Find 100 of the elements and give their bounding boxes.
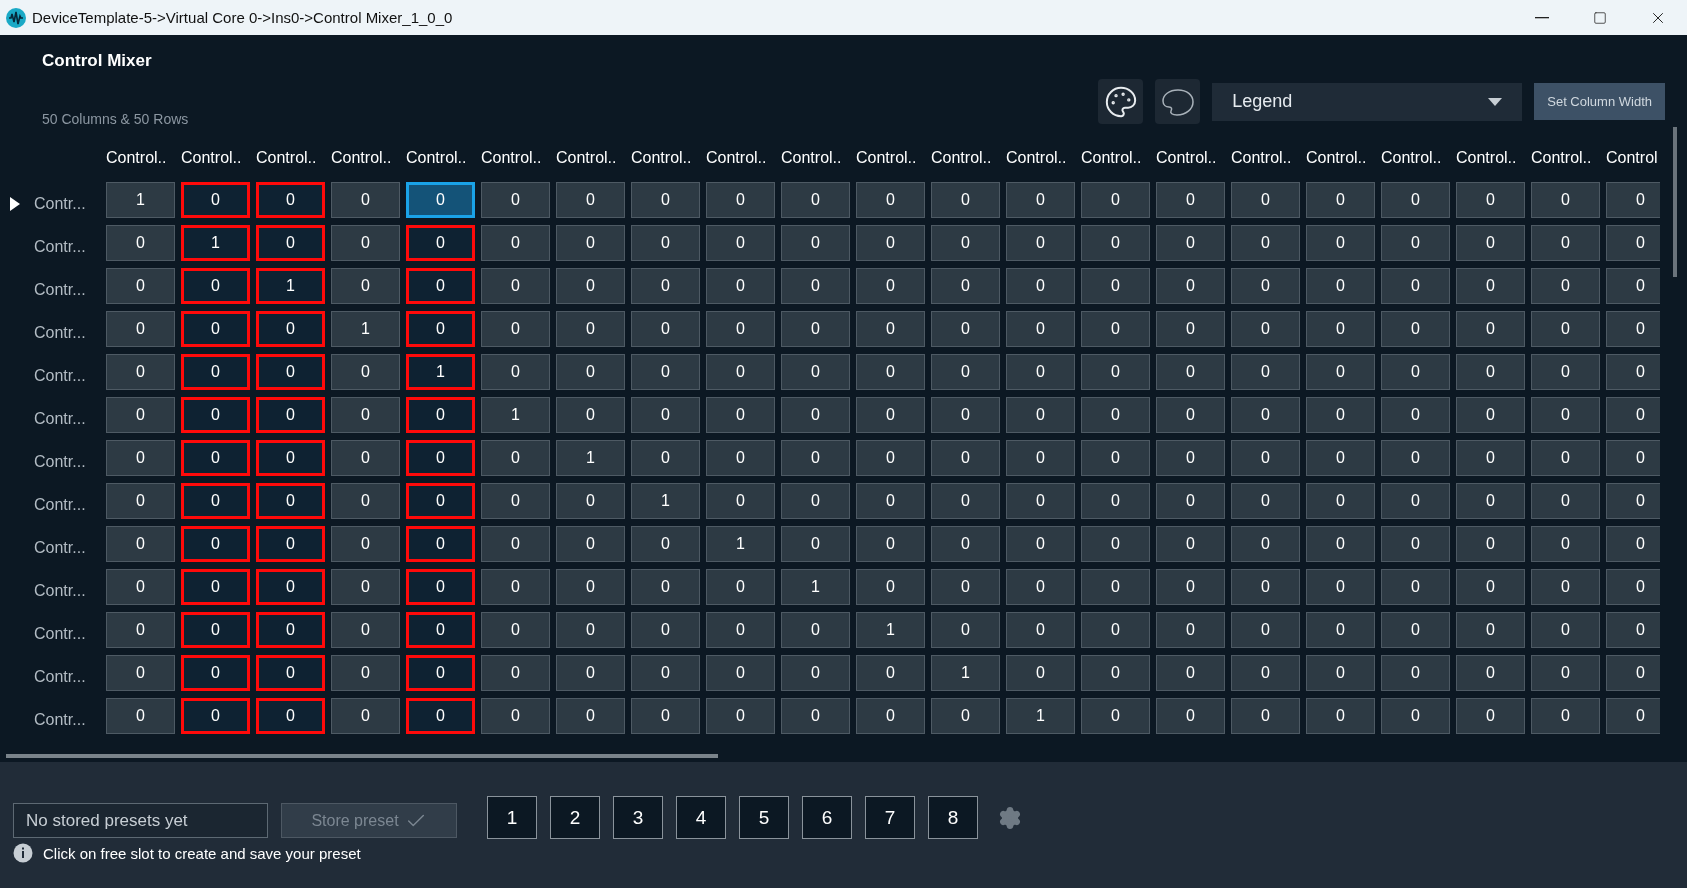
table-cell[interactable]: 0 [1606,483,1660,519]
table-cell[interactable]: 0 [931,182,1000,218]
table-cell[interactable]: 0 [781,268,850,304]
table-cell[interactable]: 0 [1081,612,1150,648]
table-cell[interactable]: 0 [1081,698,1150,734]
table-cell[interactable]: 0 [256,483,325,519]
table-cell[interactable]: 0 [1231,311,1300,347]
table-cell[interactable]: 0 [856,268,925,304]
table-cell[interactable]: 0 [781,483,850,519]
table-cell[interactable]: 0 [106,354,175,390]
table-cell[interactable]: 1 [256,268,325,304]
table-cell[interactable]: 1 [781,569,850,605]
table-cell[interactable]: 0 [1006,397,1075,433]
table-cell[interactable]: 0 [1231,483,1300,519]
table-cell[interactable]: 0 [181,268,250,304]
column-header[interactable]: Control.. [106,148,167,173]
table-cell[interactable]: 0 [181,182,250,218]
table-cell[interactable]: 0 [1531,655,1600,691]
palette-button[interactable] [1098,79,1144,124]
table-cell[interactable]: 0 [706,483,775,519]
table-cell[interactable]: 0 [931,526,1000,562]
table-cell[interactable]: 0 [1531,225,1600,261]
table-cell[interactable]: 0 [781,440,850,476]
table-cell[interactable]: 0 [1606,440,1660,476]
table-cell[interactable]: 0 [631,612,700,648]
table-cell[interactable]: 1 [181,225,250,261]
table-cell[interactable]: 0 [181,612,250,648]
table-cell[interactable]: 0 [1456,483,1525,519]
table-cell[interactable]: 0 [781,655,850,691]
table-cell[interactable]: 0 [556,268,625,304]
table-cell[interactable]: 0 [181,526,250,562]
table-cell[interactable]: 0 [1231,526,1300,562]
table-cell[interactable]: 0 [1531,397,1600,433]
table-cell[interactable]: 0 [1606,526,1660,562]
row-header[interactable]: Contr... [34,581,86,600]
table-cell[interactable]: 0 [331,182,400,218]
table-cell[interactable]: 0 [1306,354,1375,390]
table-cell[interactable]: 0 [1306,440,1375,476]
table-cell[interactable]: 0 [781,225,850,261]
table-cell[interactable]: 0 [781,612,850,648]
table-cell[interactable]: 0 [106,483,175,519]
table-cell[interactable]: 0 [1381,311,1450,347]
table-cell[interactable]: 0 [1006,655,1075,691]
table-cell[interactable]: 0 [331,354,400,390]
row-header[interactable]: Contr... [34,237,86,256]
table-cell[interactable]: 0 [631,569,700,605]
table-cell[interactable]: 0 [931,440,1000,476]
row-header[interactable]: Contr... [34,624,86,643]
table-cell[interactable]: 0 [106,569,175,605]
table-cell[interactable]: 0 [1306,225,1375,261]
row-header[interactable]: Contr... [34,194,86,213]
table-cell[interactable]: 0 [406,483,475,519]
table-cell[interactable]: 0 [331,440,400,476]
table-cell[interactable]: 0 [1081,354,1150,390]
table-cell[interactable]: 0 [1231,569,1300,605]
table-cell[interactable]: 0 [256,311,325,347]
column-header[interactable]: Control.. [256,148,317,173]
table-cell[interactable]: 0 [256,698,325,734]
table-cell[interactable]: 0 [1156,440,1225,476]
table-cell[interactable]: 0 [856,354,925,390]
table-cell[interactable]: 0 [1306,612,1375,648]
table-cell[interactable]: 0 [1381,182,1450,218]
table-cell[interactable]: 0 [1456,698,1525,734]
table-cell[interactable]: 0 [1381,655,1450,691]
table-cell[interactable]: 0 [1306,397,1375,433]
table-cell[interactable]: 0 [1381,698,1450,734]
table-cell[interactable]: 0 [1156,612,1225,648]
table-cell[interactable]: 0 [1231,268,1300,304]
table-cell[interactable]: 0 [556,655,625,691]
table-cell[interactable]: 0 [1606,311,1660,347]
table-cell[interactable]: 0 [256,440,325,476]
table-cell[interactable]: 0 [781,354,850,390]
table-cell[interactable]: 0 [556,182,625,218]
table-cell[interactable]: 0 [856,698,925,734]
table-cell[interactable]: 0 [1606,655,1660,691]
table-cell[interactable]: 0 [1531,354,1600,390]
table-cell[interactable]: 0 [181,483,250,519]
table-cell[interactable]: 0 [481,612,550,648]
table-cell[interactable]: 0 [1456,397,1525,433]
table-cell[interactable]: 0 [481,526,550,562]
table-cell[interactable]: 0 [631,698,700,734]
table-cell[interactable]: 0 [706,397,775,433]
table-cell[interactable]: 0 [931,612,1000,648]
row-header[interactable]: Contr... [34,409,86,428]
table-cell[interactable]: 0 [1156,698,1225,734]
table-cell[interactable]: 0 [1231,612,1300,648]
table-cell[interactable]: 1 [931,655,1000,691]
table-cell[interactable]: 0 [331,268,400,304]
table-cell[interactable]: 0 [1081,569,1150,605]
table-cell[interactable]: 0 [556,526,625,562]
table-cell[interactable]: 0 [1306,655,1375,691]
table-cell[interactable]: 0 [1381,526,1450,562]
table-cell[interactable]: 0 [1081,440,1150,476]
table-cell[interactable]: 0 [1381,268,1450,304]
table-cell[interactable]: 0 [481,440,550,476]
table-cell[interactable]: 0 [556,225,625,261]
table-cell[interactable]: 0 [1306,483,1375,519]
column-header[interactable]: Control.. [181,148,242,173]
table-cell[interactable]: 0 [181,569,250,605]
table-cell[interactable]: 0 [1306,526,1375,562]
